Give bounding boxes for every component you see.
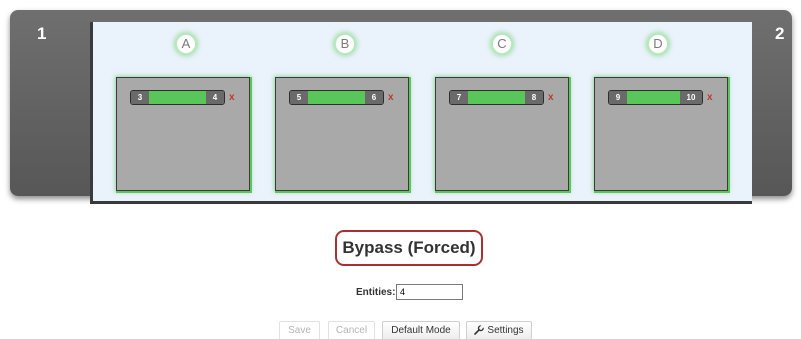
- default-mode-button[interactable]: Default Mode: [382, 321, 460, 339]
- slot-letter-d: D: [648, 34, 668, 54]
- range-end-a: 4: [206, 91, 224, 104]
- range-start-d: 9: [609, 91, 627, 104]
- range-start-c: 7: [450, 91, 468, 104]
- save-button[interactable]: Save: [279, 321, 320, 339]
- side-number-right: 2: [775, 24, 785, 43]
- settings-label: Settings: [487, 325, 524, 336]
- slots-area: A 3 4 x B 5 6 x C 7 8 x D 9 10 x: [90, 22, 752, 204]
- entities-label: Entities:: [356, 287, 396, 298]
- cancel-button[interactable]: Cancel: [328, 321, 375, 339]
- mode-status-label: Bypass (Forced): [335, 230, 483, 266]
- range-bar-b[interactable]: 5 6: [289, 90, 384, 105]
- range-end-d: 10: [680, 91, 702, 104]
- entities-input[interactable]: [396, 284, 463, 300]
- slot-card-c[interactable]: 7 8 x: [435, 77, 569, 191]
- slot-letter-c: C: [492, 34, 512, 54]
- side-number-left: 1: [37, 24, 47, 43]
- slot-card-a[interactable]: 3 4 x: [116, 77, 250, 191]
- device-frame: 1 2 A 3 4 x B 5 6 x C 7 8 x D 9 10 x: [10, 10, 792, 204]
- remove-button-c[interactable]: x: [548, 90, 554, 105]
- remove-button-d[interactable]: x: [707, 90, 713, 105]
- range-end-c: 8: [525, 91, 543, 104]
- settings-button[interactable]: Settings: [466, 321, 532, 339]
- remove-button-a[interactable]: x: [229, 90, 235, 105]
- range-bar-a[interactable]: 3 4: [130, 90, 225, 105]
- range-bar-c[interactable]: 7 8: [449, 90, 544, 105]
- slot-card-d[interactable]: 9 10 x: [594, 77, 728, 191]
- range-start-a: 3: [131, 91, 149, 104]
- slot-letter-b: B: [335, 34, 355, 54]
- range-start-b: 5: [290, 91, 308, 104]
- range-bar-d[interactable]: 9 10: [608, 90, 703, 105]
- remove-button-b[interactable]: x: [388, 90, 394, 105]
- slot-letter-a: A: [176, 34, 196, 54]
- slot-card-b[interactable]: 5 6 x: [275, 77, 409, 191]
- wrench-icon: [474, 324, 485, 339]
- range-end-b: 6: [365, 91, 383, 104]
